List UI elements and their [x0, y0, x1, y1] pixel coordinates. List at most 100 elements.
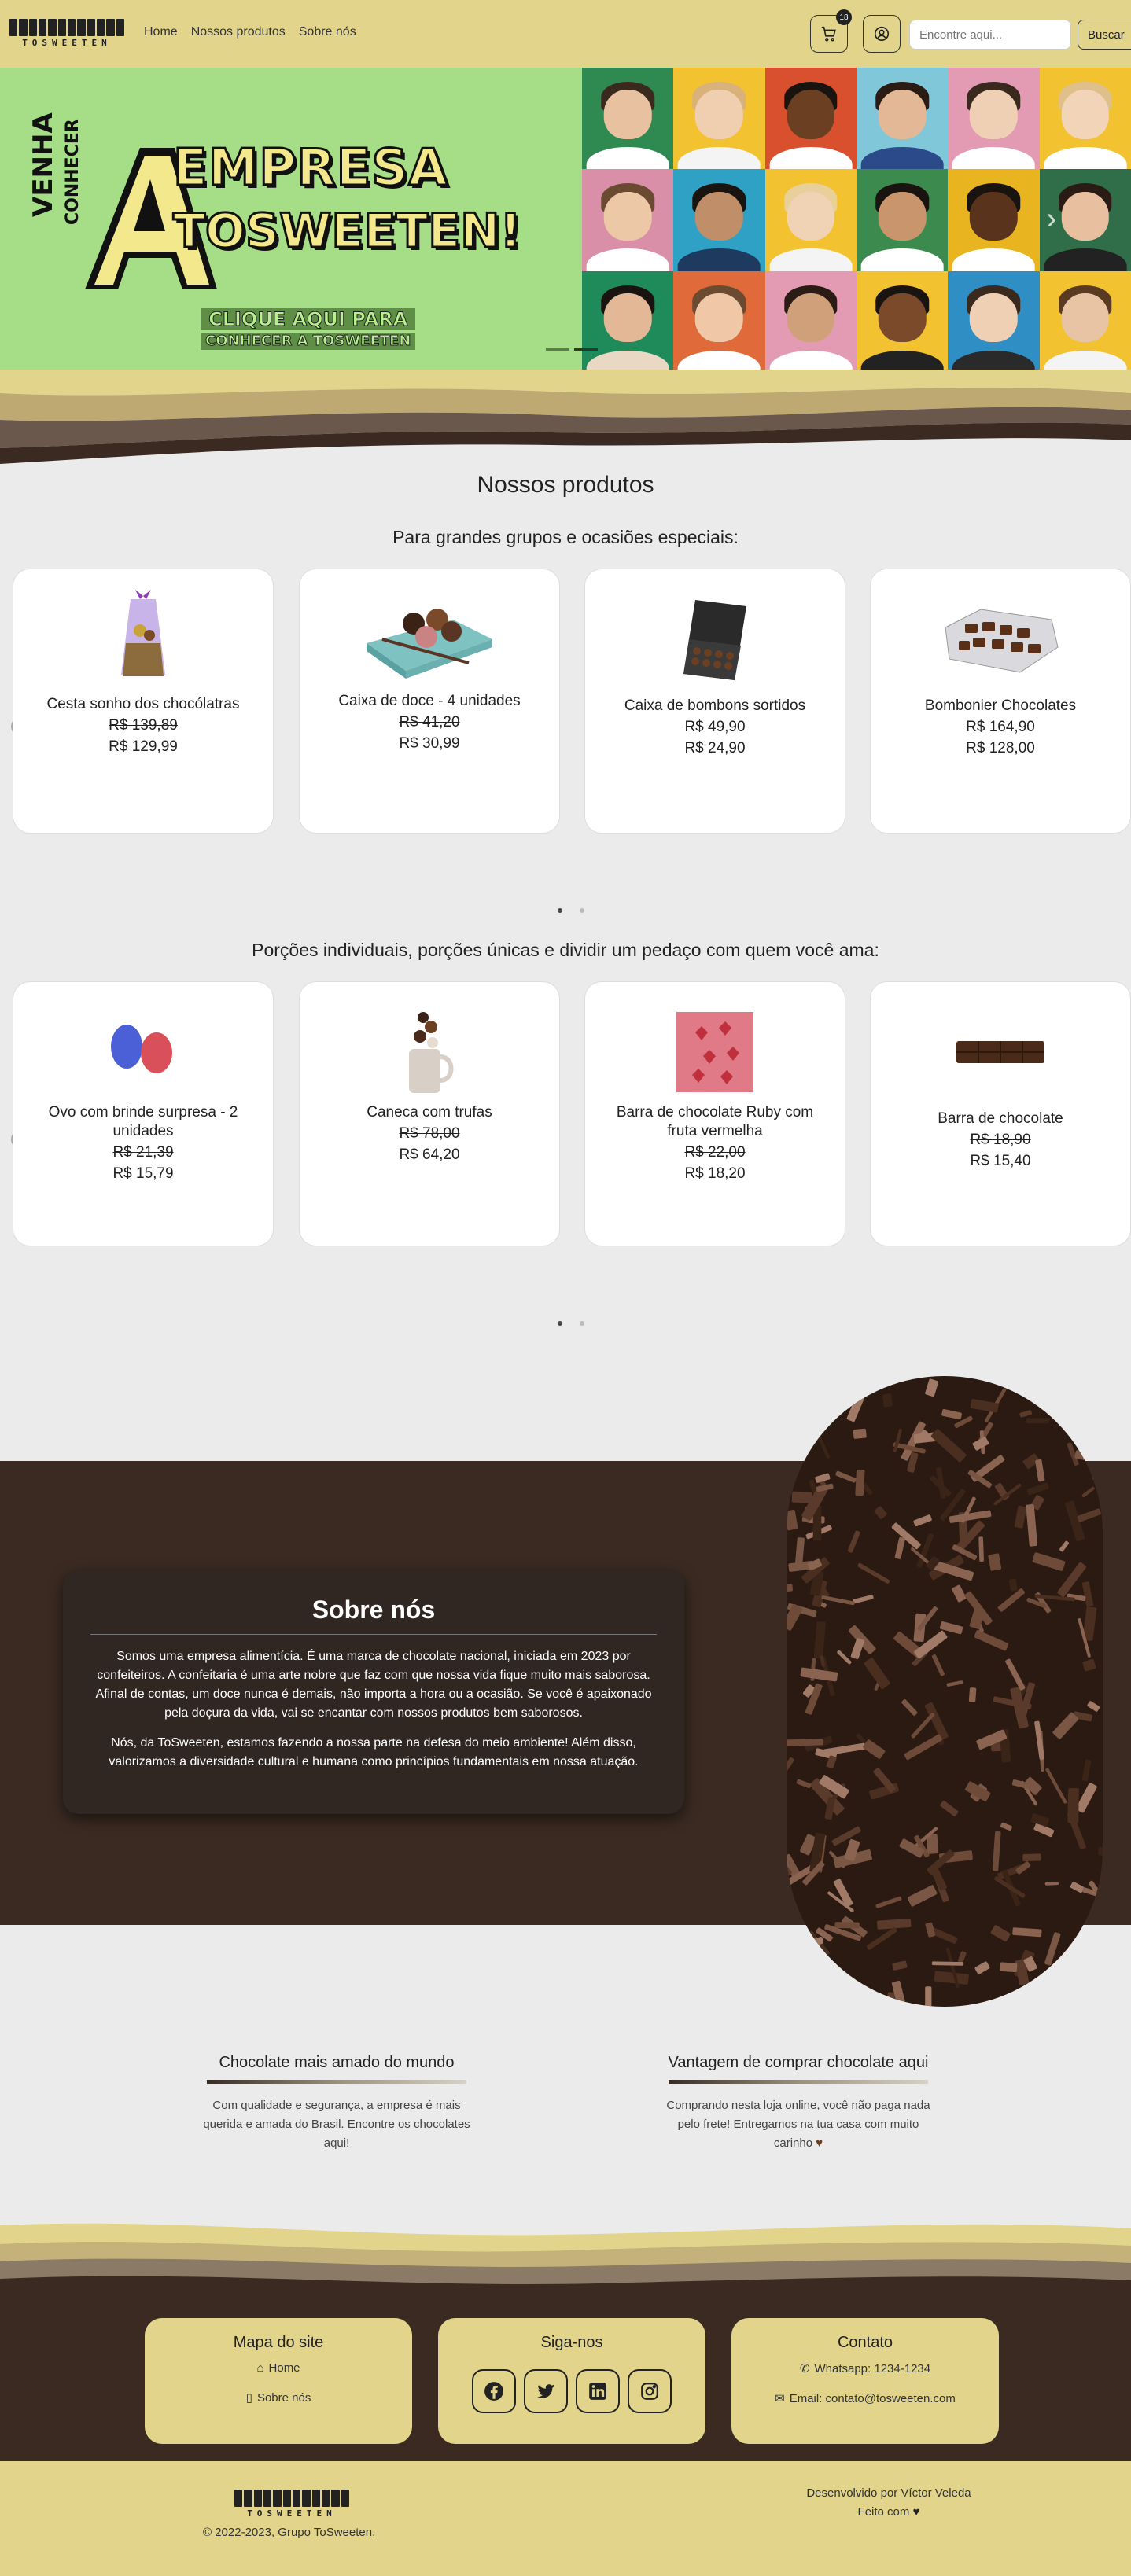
about-paragraph-2: Nós, da ToSweeten, estamos fazendo a nos…	[109, 1736, 639, 1768]
group1-dot-2[interactable]	[580, 908, 584, 913]
footer-social: Siga-nos	[438, 2318, 705, 2444]
footer-social-title: Siga-nos	[540, 2334, 603, 2351]
hero-person-photo	[948, 68, 1040, 170]
hero-title-line2: TOSWEETEN!	[172, 204, 523, 259]
brand-logo[interactable]: TOSWEETEN	[9, 19, 124, 48]
products-title: Nossos produtos	[477, 472, 654, 498]
heart-icon: ♥	[912, 2505, 920, 2519]
hero-indicator-2[interactable]	[574, 348, 598, 351]
hero-person-photo	[764, 68, 857, 170]
hero-person-photo	[582, 270, 674, 373]
product-price: R$ 15,79	[112, 1165, 174, 1182]
hero-cta-line2: CONHECER A TOSWEETEN	[201, 333, 416, 351]
nav-link-home[interactable]: Home	[144, 25, 178, 39]
hero-person-photo	[948, 270, 1040, 373]
about-card: Sobre nós Somos uma empresa alimentícia.…	[63, 1570, 684, 1814]
footer-link-home-label: Home	[268, 2361, 300, 2375]
hero-text-venha: VENHA	[28, 112, 59, 217]
building-icon: ▯	[245, 2391, 252, 2405]
mug-truffles-icon	[300, 1009, 559, 1095]
hero-person-photo	[857, 169, 949, 271]
product-card[interactable]: Barra de chocolate Ruby com fruta vermel…	[584, 981, 845, 1246]
envelope-icon: ✉	[775, 2392, 785, 2405]
hero-person-photo	[673, 270, 765, 373]
group2-dot-2[interactable]	[580, 1321, 584, 1326]
search-input[interactable]	[909, 20, 1071, 50]
product-price: R$ 30,99	[399, 734, 460, 752]
footer-link-home[interactable]: ⌂ Home	[145, 2361, 412, 2375]
product-card[interactable]: Cesta sonho dos chocólatras R$ 139,89 R$…	[13, 569, 274, 834]
hero-indicators	[546, 348, 598, 351]
gift-basket-icon	[13, 590, 273, 676]
product-card[interactable]: Bombonier Chocolates R$ 164,90 R$ 128,00	[870, 569, 1131, 834]
product-name: Ovo com brinde surpresa - 2 unidades	[48, 1104, 238, 1139]
product-name: Barra de chocolate Ruby com fruta vermel…	[616, 1104, 814, 1139]
user-icon	[874, 26, 890, 42]
feature-loved: Chocolate mais amado do mundo Com qualid…	[195, 2054, 478, 2153]
twitter-icon[interactable]	[524, 2369, 568, 2413]
hero-next-arrow[interactable]: ›	[1046, 201, 1056, 237]
nav-link-products[interactable]: Nossos produtos	[191, 25, 286, 39]
footer-email-label: Email: contato@tosweeten.com	[789, 2391, 956, 2405]
decorative-wave-top	[0, 370, 1131, 464]
cupcake-box-icon	[300, 596, 559, 683]
group2-dot-1[interactable]	[558, 1321, 562, 1326]
hero-person-photo	[857, 270, 949, 373]
product-old-price: R$ 78,00	[399, 1124, 460, 1142]
footer-email[interactable]: ✉ Email: contato@tosweeten.com	[731, 2391, 999, 2406]
footer-whatsapp[interactable]: ✆ Whatsapp: 1234-1234	[731, 2361, 999, 2376]
products-group2-subtitle: Porções individuais, porções únicas e di…	[252, 940, 879, 960]
navbar: TOSWEETEN Home Nossos produtos Sobre nós…	[0, 0, 1131, 68]
footer-logo-bars	[234, 2490, 349, 2507]
heart-icon: ♥	[816, 2136, 823, 2150]
bombonier-icon	[871, 596, 1130, 683]
product-card[interactable]: Ovo com brinde surpresa - 2 unidades R$ …	[13, 981, 274, 1246]
products-group1-subtitle: Para grandes grupos e ocasiões especiais…	[392, 527, 739, 547]
logo-wordmark: TOSWEETEN	[22, 38, 112, 48]
product-old-price: R$ 139,89	[109, 716, 178, 734]
product-name: Barra de chocolate	[938, 1110, 1063, 1127]
chocolate-bar-icon	[871, 1009, 1130, 1095]
footer-logo[interactable]: TOSWEETEN	[234, 2490, 349, 2519]
nav-link-about[interactable]: Sobre nós	[299, 25, 356, 39]
footer-sitemap: Mapa do site ⌂ Home ▯ Sobre nós	[145, 2318, 412, 2444]
group1-dots	[558, 908, 584, 913]
cart-button[interactable]: 18	[810, 9, 852, 53]
group2-dots	[558, 1321, 584, 1326]
footer-made-label: Feito com	[857, 2505, 910, 2519]
hero-person-photo	[764, 169, 857, 271]
feature-title: Vantagem de comprar chocolate aqui	[668, 2054, 929, 2071]
footer-made-with: Feito com ♥	[708, 2505, 1070, 2519]
instagram-icon[interactable]	[628, 2369, 672, 2413]
hero-carousel: VENHA CONHECER EMPRESA TOSWEETEN! CLIQUE…	[0, 68, 1131, 373]
chocolate-shavings-image	[787, 1376, 1103, 2007]
facebook-icon[interactable]	[472, 2369, 516, 2413]
footer-link-about[interactable]: ▯ Sobre nós	[145, 2390, 412, 2405]
search-button[interactable]: Buscar	[1078, 20, 1131, 50]
hero-person-photo	[948, 169, 1040, 271]
product-card[interactable]: Caixa de bombons sortidos R$ 49,90 R$ 24…	[584, 569, 845, 834]
account-button[interactable]	[863, 15, 901, 53]
hero-person-photo	[764, 270, 857, 373]
feature-underline	[207, 2080, 466, 2084]
product-old-price: R$ 18,90	[970, 1131, 1031, 1148]
product-old-price: R$ 41,20	[399, 713, 460, 730]
home-icon: ⌂	[256, 2361, 264, 2375]
footer-contact-title: Contato	[837, 2334, 893, 2351]
footer-credit: Desenvolvido por Víctor Veleda	[806, 2486, 971, 2500]
hero-cta[interactable]: CLIQUE AQUI PARA CONHECER A TOSWEETEN	[201, 308, 416, 352]
product-name: Caixa de bombons sortidos	[624, 697, 806, 714]
about-title: Sobre nós	[311, 1595, 436, 1624]
group1-dot-1[interactable]	[558, 908, 562, 913]
hero-banner[interactable]: VENHA CONHECER EMPRESA TOSWEETEN! CLIQUE…	[0, 68, 582, 373]
hero-indicator-1[interactable]	[546, 348, 569, 351]
product-card[interactable]: Caixa de doce - 4 unidades R$ 41,20 R$ 3…	[299, 569, 560, 834]
product-old-price: R$ 164,90	[966, 718, 1035, 735]
product-price: R$ 128,00	[966, 739, 1035, 756]
easter-eggs-icon	[13, 1009, 273, 1087]
footer-bottom: TOSWEETEN © 2022-2023, Grupo ToSweeten. …	[0, 2461, 1131, 2576]
product-price: R$ 129,99	[109, 738, 178, 755]
product-card[interactable]: Barra de chocolate R$ 18,90 R$ 15,40	[870, 981, 1131, 1246]
product-card[interactable]: Caneca com trufas R$ 78,00 R$ 64,20	[299, 981, 560, 1246]
linkedin-icon[interactable]	[576, 2369, 620, 2413]
